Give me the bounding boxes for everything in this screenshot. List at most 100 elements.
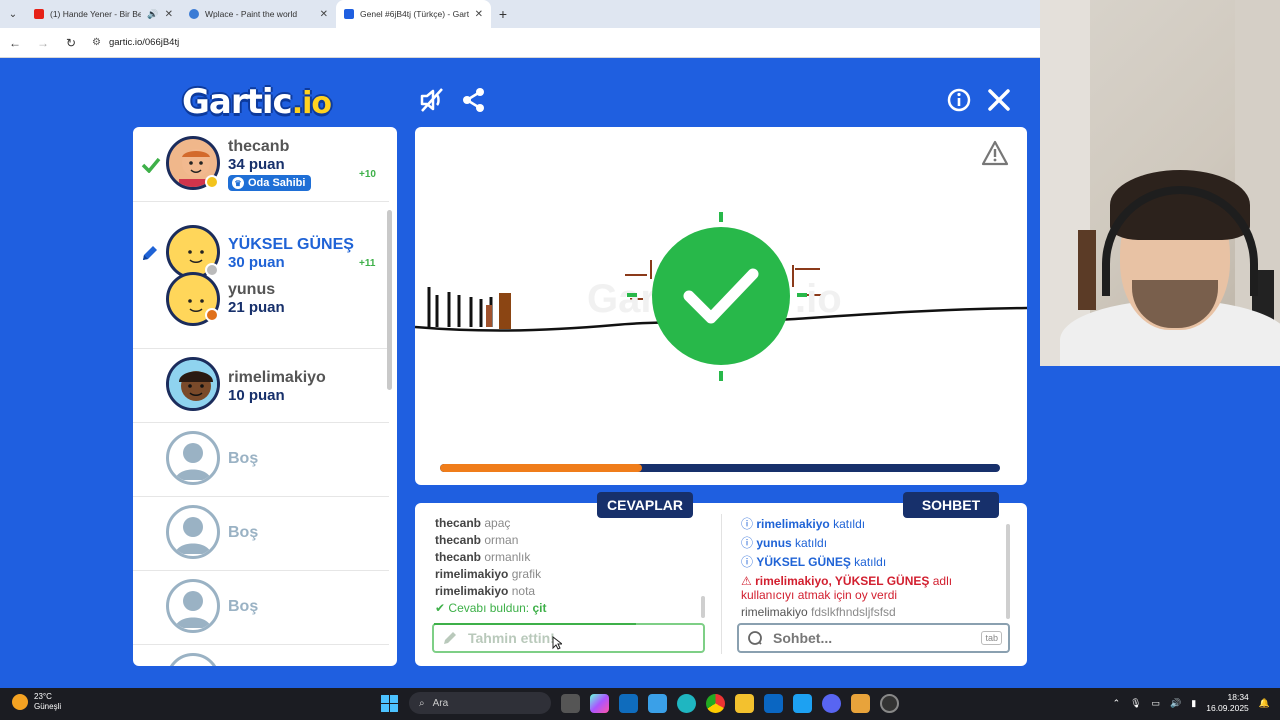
close-tab-icon[interactable]: ✕ [475, 9, 483, 20]
correct-answer-message: ✔ Cevabı buldun: çit [435, 601, 547, 615]
chevron-up-icon[interactable]: ⌃ [1113, 698, 1121, 709]
tab-label: (1) Hande Yener - Bir Bela ( [50, 9, 142, 19]
chat-input[interactable]: Sohbet... tab [737, 623, 1010, 653]
copilot-icon[interactable] [590, 693, 609, 713]
info-icon[interactable] [945, 86, 973, 114]
chat-placeholder: Sohbet... [773, 630, 833, 646]
player-name: YÜKSEL GÜNEŞ [228, 236, 354, 253]
empty-avatar-icon [166, 505, 220, 559]
search-icon: ⌕ [419, 697, 425, 709]
avatar [166, 357, 220, 411]
round-timer-fill [440, 464, 642, 472]
share-icon[interactable] [460, 86, 488, 114]
answer-message: thecanb orman [435, 533, 519, 547]
empty-avatar-icon [166, 579, 220, 633]
clock-time: 18:34 [1227, 692, 1249, 702]
empty-slot[interactable]: Boş [133, 423, 389, 497]
bonus-points: +11 [359, 258, 376, 269]
player-row-yunus[interactable]: yunus 21 puan [133, 272, 389, 349]
twitter-icon[interactable] [793, 693, 812, 713]
browser-tab-1[interactable]: (1) Hande Yener - Bir Bela ( 🔊 ✕ [26, 0, 181, 28]
back-arrow-icon[interactable]: ← [8, 36, 22, 50]
linkedin-icon[interactable] [764, 693, 783, 713]
empty-avatar-icon [166, 653, 220, 666]
drawing-canvas[interactable]: Gartic .io [415, 127, 1027, 485]
chrome-icon[interactable] [706, 693, 725, 713]
chat-alert-message: ⚠ rimelimakiyo, YÜKSEL GÜNEŞ adlı kullan… [741, 574, 953, 602]
volume-icon[interactable]: 🔊 [1170, 698, 1181, 709]
report-warning-icon[interactable] [981, 140, 1009, 166]
player-score: 21 puan [228, 299, 285, 316]
checkmark-icon [141, 157, 161, 173]
chat-scrollbar[interactable] [1006, 524, 1010, 619]
pencil-icon [444, 632, 456, 644]
clock[interactable]: 18:34 16.09.2025 [1206, 692, 1249, 714]
search-placeholder: Ara [432, 697, 449, 709]
battery-icon[interactable]: ▮ [1191, 698, 1196, 709]
file-explorer-icon[interactable] [735, 693, 754, 713]
player-name: thecanb [228, 138, 290, 155]
tab-chat[interactable]: SOHBET [903, 492, 999, 518]
url-text: gartic.io/066jB4tj [108, 37, 180, 48]
site-settings-icon[interactable]: ⚙ [92, 37, 101, 48]
close-tab-icon[interactable]: ✕ [320, 9, 328, 20]
crown-icon: ♛ [232, 177, 244, 189]
empty-slot[interactable]: Boş [133, 571, 389, 645]
empty-slot[interactable]: Boş [133, 497, 389, 571]
mouse-cursor-icon [552, 636, 562, 650]
taskbar-search[interactable]: ⌕ Ara [409, 692, 551, 714]
player-list-scrollbar[interactable] [387, 210, 392, 390]
logo-io-text: .io [291, 86, 332, 121]
player-row-yuksel-gunes[interactable]: YÜKSEL GÜNEŞ 30 puan +11 [133, 223, 389, 279]
close-tab-icon[interactable]: ✕ [165, 9, 173, 20]
logo-main-text: Gartic [182, 82, 293, 122]
answer-message: rimelimakiyo grafik [435, 567, 542, 581]
player-list: thecanb 34 puan ♛ Oda Sahibi +10 YÜKSEL G… [133, 127, 397, 666]
browser-tab-2[interactable]: Wplace - Paint the world ✕ [181, 0, 336, 28]
webcam-overlay [1040, 0, 1280, 366]
windows-start-icon[interactable] [380, 694, 399, 713]
player-row-rimelimakiyo[interactable]: rimelimakiyo 10 puan [133, 349, 389, 423]
chat-info-message: ⓘ yunus katıldı [741, 536, 828, 550]
player-row-thecanb[interactable]: thecanb 34 puan ♛ Oda Sahibi +10 [133, 127, 389, 202]
discord-icon[interactable] [822, 693, 841, 713]
tab-label: Wplace - Paint the world [205, 9, 298, 19]
outlook-icon[interactable] [619, 693, 638, 713]
gartic-logo: Gartic .io [182, 82, 332, 122]
url-field[interactable]: ⚙ gartic.io/066jB4tj [92, 37, 179, 48]
answer-input[interactable]: Tahmin ettin! [432, 623, 705, 653]
store-icon[interactable] [648, 693, 667, 713]
temperature: 23°C [34, 692, 52, 701]
bonus-points: +10 [359, 169, 376, 180]
mute-icon[interactable] [418, 86, 446, 114]
network-icon[interactable]: ▭ [1152, 698, 1161, 709]
reload-icon[interactable]: ↻ [64, 36, 78, 50]
round-timer-bar [440, 464, 1000, 472]
empty-slot-label: Boş [228, 450, 259, 467]
answers-scrollbar[interactable] [701, 596, 705, 618]
answer-message: thecanb ormanlık [435, 550, 531, 564]
notification-bell-icon[interactable]: 🔔 [1259, 698, 1270, 709]
close-icon[interactable] [985, 86, 1013, 114]
tab-key-hint: tab [981, 631, 1002, 645]
audio-app-icon[interactable] [851, 693, 870, 713]
edge-icon[interactable] [677, 693, 696, 713]
task-view-icon[interactable] [561, 693, 580, 713]
tab-search-chevron-icon[interactable]: ⌄ [0, 0, 26, 28]
browser-tab-3[interactable]: Genel #6jB4tj (Türkçe) - Gartic.i ✕ [336, 0, 491, 28]
globe-favicon-icon [189, 9, 199, 19]
weather-widget[interactable]: 23°C Güneşli [12, 692, 61, 712]
browser-tabbar: ⌄ (1) Hande Yener - Bir Bela ( 🔊 ✕ Wplac… [0, 0, 1040, 28]
answer-input-accent [434, 623, 636, 625]
speaker-icon[interactable]: 🔊 [147, 9, 158, 20]
obs-icon[interactable] [880, 693, 899, 713]
forward-arrow-icon[interactable]: → [36, 36, 50, 50]
room-owner-badge: ♛ Oda Sahibi [228, 175, 312, 191]
microphone-icon[interactable]: 🎙 [1130, 698, 1141, 709]
badge-label: Oda Sahibi [248, 177, 306, 189]
info-circle-icon: ⓘ [741, 536, 754, 550]
chat-bubble-icon [748, 631, 762, 645]
empty-slot-label: Boş [228, 598, 259, 615]
chat-list: ⓘ rimelimakiyo katıldı ⓘ yunus katıldı ⓘ… [741, 516, 1006, 621]
new-tab-button[interactable]: + [491, 6, 515, 22]
